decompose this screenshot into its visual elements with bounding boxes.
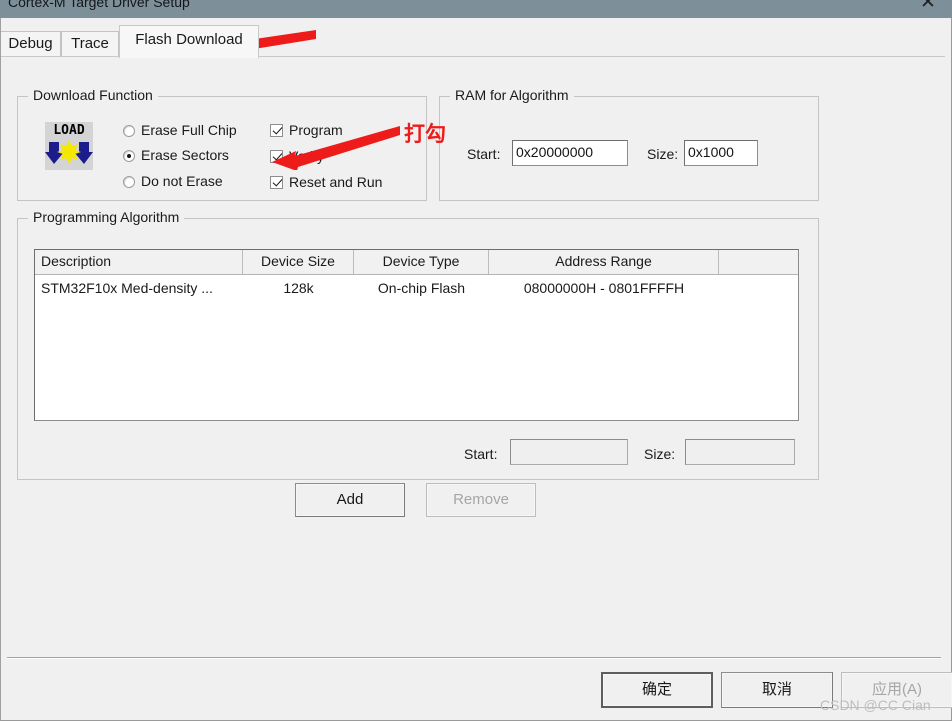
algorithm-start-label: Start: (464, 446, 498, 462)
download-function-group-title: Download Function (28, 87, 158, 103)
cell-description: STM32F10x Med-density ... (41, 280, 213, 296)
checkbox-verify-label: Verify (289, 148, 325, 164)
annotation-label-check: 打勾 (404, 122, 446, 146)
programming-algorithm-list[interactable]: Description Device Size Device Type Addr… (34, 249, 799, 421)
radio-erase-sectors-mark (123, 150, 135, 162)
dialog-client-area: Debug Trace Flash Download Download Func… (0, 18, 952, 721)
window-title: Cortex-M Target Driver Setup (8, 0, 190, 10)
cell-address-range: 08000000H - 0801FFFFH (523, 280, 685, 296)
active-tab-connector (120, 56, 258, 58)
ram-start-input[interactable]: 0x20000000 (512, 140, 628, 166)
cancel-button[interactable]: 取消 (721, 672, 833, 708)
cell-device-size: 128k (283, 280, 314, 296)
column-header-description[interactable]: Description (35, 250, 243, 274)
ok-button[interactable]: 确定 (601, 672, 713, 708)
column-header-spacer[interactable] (719, 250, 798, 274)
ram-for-algorithm-group-title: RAM for Algorithm (450, 87, 574, 103)
watermark: CSDN @CC Cian (820, 697, 931, 713)
checkbox-verify-mark (270, 150, 283, 163)
title-bar: Cortex-M Target Driver Setup ✕ (0, 0, 952, 18)
programming-algorithm-group-title: Programming Algorithm (28, 209, 185, 225)
tab-debug[interactable]: Debug (1, 31, 61, 57)
algorithm-size-input[interactable] (685, 439, 795, 465)
add-button[interactable]: Add (295, 483, 405, 517)
load-icon-text: LOAD (53, 123, 85, 138)
radio-do-not-erase-mark (123, 176, 135, 188)
ram-size-label: Size: (647, 146, 679, 162)
algorithm-start-input[interactable] (510, 439, 628, 465)
radio-erase-sectors-label: Erase Sectors (141, 147, 229, 163)
load-icon-arrows (45, 140, 93, 164)
remove-button: Remove (426, 483, 536, 517)
close-icon: ✕ (920, 0, 936, 13)
tab-strip: Debug Trace Flash Download (1, 25, 945, 58)
cell-device-type: On-chip Flash (377, 280, 466, 296)
radio-erase-full-chip-label: Erase Full Chip (141, 122, 237, 138)
column-header-address-range[interactable]: Address Range (489, 250, 719, 274)
checkbox-program-label: Program (289, 122, 343, 138)
cortex-m-target-driver-setup-dialog: Cortex-M Target Driver Setup ✕ Debug Tra… (0, 0, 952, 721)
checkbox-reset-and-run-mark (270, 176, 283, 189)
programming-algorithm-header-row: Description Device Size Device Type Addr… (35, 250, 798, 275)
radio-do-not-erase-label: Do not Erase (141, 173, 223, 189)
column-header-device-size[interactable]: Device Size (243, 250, 354, 274)
radio-erase-full-chip-mark (123, 125, 135, 137)
ram-start-label: Start: (467, 146, 501, 162)
algorithm-size-label: Size: (644, 446, 676, 462)
tab-trace[interactable]: Trace (61, 31, 119, 57)
ram-size-input[interactable]: 0x1000 (684, 140, 758, 166)
load-icon: LOAD (45, 122, 93, 170)
checkbox-reset-and-run-label: Reset and Run (289, 174, 383, 190)
tab-flash-download[interactable]: Flash Download (119, 25, 259, 58)
footer-separator (7, 657, 941, 659)
column-header-device-type[interactable]: Device Type (354, 250, 489, 274)
close-button[interactable]: ✕ (906, 0, 952, 18)
checkbox-program-mark (270, 124, 283, 137)
